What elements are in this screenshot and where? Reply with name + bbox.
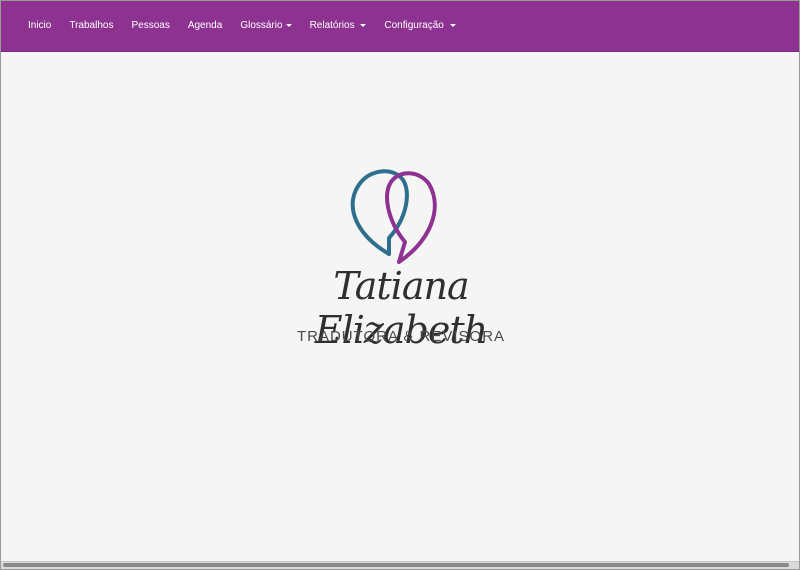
nav-item-label: Trabalhos [69, 20, 114, 31]
horizontal-scrollbar[interactable] [1, 561, 799, 569]
nav-item-pessoas[interactable]: Pessoas [122, 1, 178, 51]
nav-item-label: Configuração [384, 20, 444, 31]
nav-item-configuracao[interactable]: Configuração [375, 1, 464, 51]
speech-bubbles-icon [350, 169, 437, 264]
left-bubble-shape [350, 169, 409, 256]
nav-item-label: Agenda [187, 20, 223, 31]
nav-item-label: Glossário [240, 20, 283, 31]
scrollbar-thumb[interactable] [3, 563, 789, 567]
nav-item-glossario[interactable]: Glossário [231, 1, 300, 51]
right-bubble-shape [385, 171, 437, 264]
nav-item-relatorios[interactable]: Relatórios [301, 1, 376, 51]
brand-tagline: TRADUTORA & REVISORA [296, 328, 506, 345]
nav-item-inicio[interactable]: Inicio [19, 1, 60, 51]
main-content: Tatiana Elizabeth TRADUTORA & REVISORA [1, 52, 799, 562]
nav-item-label: Pessoas [131, 20, 170, 31]
nav-item-agenda[interactable]: Agenda [179, 1, 231, 51]
caret-down-icon [449, 23, 456, 27]
browser-viewport: Inicio Trabalhos Pessoas Agenda Glossári… [0, 0, 800, 570]
caret-down-icon [285, 23, 292, 27]
brand-logo: Tatiana Elizabeth TRADUTORA & REVISORA [271, 164, 531, 354]
nav-menu: Inicio Trabalhos Pessoas Agenda Glossári… [1, 1, 799, 51]
caret-down-icon [360, 23, 367, 27]
nav-item-trabalhos[interactable]: Trabalhos [60, 1, 122, 51]
top-navbar: Inicio Trabalhos Pessoas Agenda Glossári… [1, 1, 799, 52]
nav-item-label: Inicio [28, 20, 52, 31]
nav-item-label: Relatórios [309, 20, 355, 31]
